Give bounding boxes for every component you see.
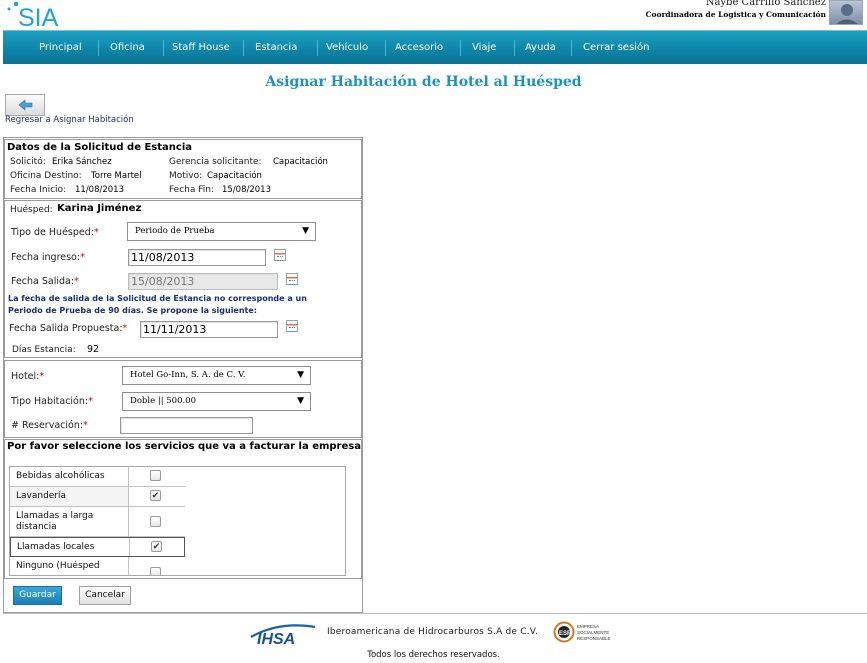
hotel-select[interactable]: Hotel Go-Inn, S. A. de C. V. ▼: [122, 366, 311, 385]
oficina-label: Oficina Destino:: [10, 171, 82, 181]
servicio-name: Llamadas a larga distancia: [10, 507, 129, 536]
dropdown-arrow-icon: ▼: [297, 396, 304, 406]
servicio-checkbox[interactable]: [150, 567, 161, 575]
servicios-list: Bebidas alcohólicas Lavandería ✔ Llamada…: [9, 466, 346, 576]
huesped-panel: Huésped: Karina Jiménez Tipo de Huésped:…: [4, 200, 362, 358]
solicitud-heading: Datos de la Solicitud de Estancia: [7, 142, 192, 153]
nav-separator: [243, 40, 244, 56]
tipo-huesped-label: Tipo de Huésped:*: [11, 227, 99, 238]
nav-cerrar-sesion[interactable]: Cerrar sesión: [583, 31, 649, 65]
nav-ayuda[interactable]: Ayuda: [525, 31, 556, 65]
esr-line-3: RESPONSABLE: [577, 636, 611, 641]
calendar-icon[interactable]: [274, 249, 286, 261]
nav-separator: [317, 40, 318, 56]
inicio-label: Fecha Inicio:: [10, 185, 67, 195]
company-name: Iberoamericana de Hidrocarburos S.A de C…: [327, 627, 539, 637]
tipo-huesped-select[interactable]: Periodo de Prueba ▼: [127, 222, 316, 241]
nav-separator: [385, 40, 386, 56]
fecha-propuesta-input[interactable]: 11/11/2013: [140, 321, 278, 338]
gerencia-value: Capacitación: [273, 157, 328, 167]
warning-line-2: Periodo de Prueba de 90 días. Se propone…: [8, 306, 257, 315]
nav-separator: [514, 40, 515, 56]
fecha-salida-label: Fecha Salida:*: [11, 276, 79, 287]
cancel-button[interactable]: Cancelar: [79, 586, 131, 605]
servicio-checkbox[interactable]: [150, 516, 161, 527]
person-icon: [836, 4, 858, 24]
copyright: Todos los derechos reservados.: [367, 650, 500, 660]
tipo-habitacion-select[interactable]: Doble || 500.00 ▼: [122, 392, 311, 411]
servicio-name: Ninguno (Huésped: [10, 557, 129, 575]
nav-oficina[interactable]: Oficina: [110, 31, 145, 65]
user-avatar[interactable]: [829, 0, 863, 25]
fecha-salida-input[interactable]: 15/08/2013: [128, 273, 278, 290]
servicio-name: Bebidas alcohólicas: [10, 467, 129, 486]
solicitud-panel: Datos de la Solicitud de Estancia Solici…: [4, 139, 362, 199]
nav-vehiculo[interactable]: Vehículo: [326, 31, 368, 65]
servicio-name: Lavandería: [10, 487, 129, 506]
page-title: Asignar Habitación de Hotel al Huésped: [265, 74, 582, 90]
fecha-ingreso-label: Fecha ingreso:*: [11, 252, 85, 263]
servicio-name: Llamadas locales: [11, 538, 130, 556]
save-button[interactable]: Guardar: [13, 586, 62, 605]
logo-text: SIA: [18, 4, 59, 28]
list-item: Llamadas locales ✔: [10, 537, 185, 557]
ihsa-logo-text: IHSA: [257, 631, 295, 647]
nav-estancia[interactable]: Estancia: [255, 31, 297, 65]
dias-estancia-value: 92: [87, 344, 100, 355]
dias-estancia-label: Días Estancia:: [12, 345, 76, 355]
nav-separator: [163, 40, 164, 56]
calendar-icon[interactable]: [286, 320, 298, 332]
solicito-value: Erika Sánchez: [52, 157, 112, 167]
nav-separator: [571, 40, 572, 56]
fecha-ingreso-input[interactable]: 11/08/2013: [128, 249, 266, 266]
nav-viaje[interactable]: Viaje: [472, 31, 496, 65]
footer-divider: [3, 613, 867, 614]
esr-text: ESR: [559, 631, 572, 637]
calendar-icon[interactable]: [286, 273, 298, 285]
main-nav: Principal Oficina Staff House Estancia V…: [3, 30, 867, 64]
solicito-label: Solicitó:: [10, 157, 46, 167]
motivo-label: Motivo:: [169, 171, 203, 181]
nav-accesorio[interactable]: Accesorio: [395, 31, 443, 65]
fin-label: Fecha Fin:: [169, 185, 215, 195]
sia-logo: SIA: [7, 1, 59, 28]
warning-line-1: La fecha de salida de la Solicitud de Es…: [8, 294, 307, 303]
user-role: Coordinadora de Logistica y Comunicación: [645, 10, 827, 19]
oficina-value: Torre Martel: [91, 171, 142, 181]
hotel-panel: Hotel:* Hotel Go-Inn, S. A. de C. V. ▼ Ti…: [4, 360, 362, 438]
nav-principal[interactable]: Principal: [39, 31, 82, 65]
servicio-checkbox[interactable]: ✔: [150, 490, 161, 501]
huesped-name: Karina Jiménez: [57, 203, 142, 214]
fecha-propuesta-label: Fecha Salida Propuesta:*: [9, 323, 128, 334]
ihsa-logo: IHSA: [250, 624, 316, 647]
nav-separator: [460, 40, 461, 56]
dropdown-arrow-icon: ▼: [302, 226, 309, 236]
dropdown-arrow-icon: ▼: [297, 370, 304, 380]
hotel-label: Hotel:*: [11, 371, 45, 382]
nav-separator: [98, 40, 99, 56]
motivo-value: Capacitación: [207, 171, 262, 181]
list-item: Ninguno (Huésped: [10, 557, 185, 575]
reservacion-label: # Reservación:*: [11, 420, 88, 431]
servicio-checkbox[interactable]: ✔: [151, 541, 162, 552]
gerencia-label: Gerencia solicitante:: [169, 157, 262, 167]
esr-line-1: EMPRESA: [577, 624, 599, 629]
tipo-habitacion-label: Tipo Habitación:*: [11, 396, 93, 407]
fin-value: 15/08/2013: [222, 185, 271, 195]
esr-line-2: SOCIALMENTE: [577, 630, 609, 635]
reservacion-input[interactable]: [120, 417, 253, 434]
list-item: Bebidas alcohólicas: [10, 467, 185, 487]
inicio-value: 11/08/2013: [75, 185, 124, 195]
esr-logo: ESR EMPRESA SOCIALMENTE RESPONSABLE: [553, 621, 611, 643]
list-item: Lavandería ✔: [10, 487, 185, 507]
nav-staff-house[interactable]: Staff House: [172, 31, 230, 65]
list-item: Llamadas a larga distancia: [10, 507, 185, 537]
back-link[interactable]: Regresar a Asignar Habitación: [5, 115, 134, 125]
huesped-label: Huésped:: [10, 205, 53, 215]
servicios-heading: Por favor seleccione los servicios que v…: [7, 441, 361, 452]
servicio-checkbox[interactable]: [150, 470, 161, 481]
user-name: Naybe Carrillo Sanchez: [705, 0, 826, 8]
arrow-left-icon: [18, 99, 33, 111]
back-button[interactable]: [5, 94, 45, 116]
